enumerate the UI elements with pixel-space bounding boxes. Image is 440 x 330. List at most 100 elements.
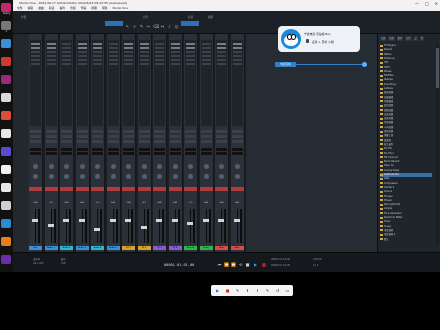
input-route[interactable] — [200, 148, 212, 151]
channel-name[interactable]: Bus — [29, 246, 42, 250]
insert-slot[interactable] — [108, 47, 118, 49]
insert-slot[interactable] — [186, 47, 195, 49]
send-slot[interactable] — [200, 130, 212, 133]
left-locator[interactable]: 00001.01.01.00 — [271, 258, 290, 261]
insert-slot[interactable] — [62, 55, 71, 57]
insert-slot[interactable] — [108, 63, 118, 65]
send-slot[interactable] — [185, 140, 196, 143]
insert-slot[interactable] — [77, 63, 87, 65]
send-slot[interactable] — [200, 140, 212, 143]
mute-indicator[interactable] — [60, 187, 73, 191]
play-icon[interactable]: ▶ — [215, 288, 220, 293]
fader-track[interactable] — [66, 209, 67, 243]
send-slot[interactable] — [92, 130, 103, 133]
send-slot[interactable] — [30, 140, 41, 143]
browser-scroll-thumb[interactable] — [436, 48, 439, 88]
pan-knob[interactable] — [141, 164, 147, 169]
insert-slot[interactable] — [31, 55, 40, 57]
pan-knob[interactable] — [188, 164, 193, 169]
channel-name[interactable]: FX 4 — [169, 246, 182, 250]
app-icon-15[interactable] — [1, 255, 11, 264]
insert-slot[interactable] — [201, 63, 211, 65]
insert-slot[interactable] — [93, 47, 102, 49]
app-icon-6[interactable] — [1, 93, 11, 102]
channel-name[interactable]: Audio 1 — [45, 246, 58, 250]
insert-slot[interactable] — [217, 43, 226, 45]
insert-slot[interactable] — [139, 63, 149, 65]
fader-track[interactable] — [236, 209, 238, 243]
output-route[interactable] — [231, 152, 243, 155]
gain-knob[interactable] — [126, 174, 131, 179]
toolbar-tool-icon[interactable]: ✂ — [146, 25, 151, 30]
input-route[interactable] — [123, 148, 134, 151]
fader-track[interactable] — [221, 209, 222, 243]
toolbar-tool-icon[interactable]: ✎ — [139, 25, 144, 30]
toolbar-tool-icon[interactable]: ◎ — [174, 25, 179, 30]
insert-slot[interactable] — [46, 55, 56, 57]
channel-name[interactable]: Audio 2 — [60, 246, 73, 250]
insert-slot[interactable] — [77, 55, 87, 57]
insert-rack[interactable] — [185, 40, 196, 126]
insert-slot[interactable] — [46, 59, 56, 61]
output-route[interactable] — [185, 152, 196, 155]
insert-slot[interactable] — [170, 63, 180, 65]
insert-slot[interactable] — [93, 55, 102, 57]
insert-slot[interactable] — [217, 47, 226, 49]
insert-slot[interactable] — [93, 51, 102, 53]
send-slot[interactable] — [154, 130, 165, 133]
insert-slot[interactable] — [31, 63, 40, 65]
pan-knob[interactable] — [95, 164, 100, 169]
close-icon[interactable]: ✕ — [435, 1, 438, 6]
output-route[interactable] — [61, 152, 72, 155]
app-icon-10[interactable] — [1, 165, 11, 174]
insert-slot[interactable] — [186, 63, 195, 65]
pan-knob[interactable] — [79, 164, 85, 169]
send-slot[interactable] — [107, 140, 119, 143]
output-route[interactable] — [107, 152, 119, 155]
minimize-icon[interactable]: — — [415, 1, 419, 6]
mute-indicator[interactable] — [106, 187, 120, 191]
insert-slot[interactable] — [201, 55, 211, 57]
stop-icon[interactable]: ■ — [245, 262, 250, 267]
input-route[interactable] — [231, 148, 243, 151]
insert-slot[interactable] — [62, 59, 71, 61]
insert-slot[interactable] — [77, 51, 87, 53]
send-slot[interactable] — [61, 130, 72, 133]
gain-knob[interactable] — [33, 174, 38, 179]
pan-knob[interactable] — [203, 164, 209, 169]
channel-name[interactable]: Reverb — [184, 246, 197, 250]
fader-track[interactable] — [128, 209, 129, 243]
browser-tab[interactable]: 循环 — [396, 36, 404, 41]
insert-slot[interactable] — [46, 63, 56, 65]
track-lane[interactable]: 电音混响 — [275, 61, 371, 68]
insert-rack[interactable] — [200, 40, 212, 126]
pan-knob[interactable] — [64, 164, 69, 169]
browser-tab[interactable]: 效果 — [388, 36, 395, 41]
insert-rack[interactable] — [92, 40, 103, 126]
send-slot[interactable] — [231, 135, 243, 138]
insert-slot[interactable] — [31, 43, 40, 45]
upload-icon[interactable]: ⬆ — [245, 288, 250, 293]
send-slot[interactable] — [76, 130, 88, 133]
insert-slot[interactable] — [139, 55, 149, 57]
insert-slot[interactable] — [46, 47, 56, 49]
pan-knob[interactable] — [157, 164, 162, 169]
output-route[interactable] — [76, 152, 88, 155]
input-route[interactable] — [61, 148, 72, 151]
pan-knob[interactable] — [33, 164, 38, 169]
fader-track[interactable] — [112, 209, 114, 243]
fader-track[interactable] — [81, 209, 83, 243]
send-slot[interactable] — [123, 130, 134, 133]
browser-tab[interactable]: 文件 — [405, 36, 412, 41]
mute-indicator[interactable] — [199, 187, 213, 191]
input-route[interactable] — [45, 148, 57, 151]
send-slot[interactable] — [61, 135, 72, 138]
tool-mode-button[interactable] — [105, 21, 123, 26]
record-icon[interactable] — [262, 263, 266, 267]
channel-name[interactable]: Delay — [200, 246, 213, 250]
app-icon-5[interactable] — [1, 75, 11, 84]
pan-knob[interactable] — [172, 164, 178, 169]
right-locator[interactable]: 00005.01.01.00 — [271, 264, 290, 267]
insert-slot[interactable] — [201, 59, 211, 61]
gain-knob[interactable] — [141, 174, 147, 179]
